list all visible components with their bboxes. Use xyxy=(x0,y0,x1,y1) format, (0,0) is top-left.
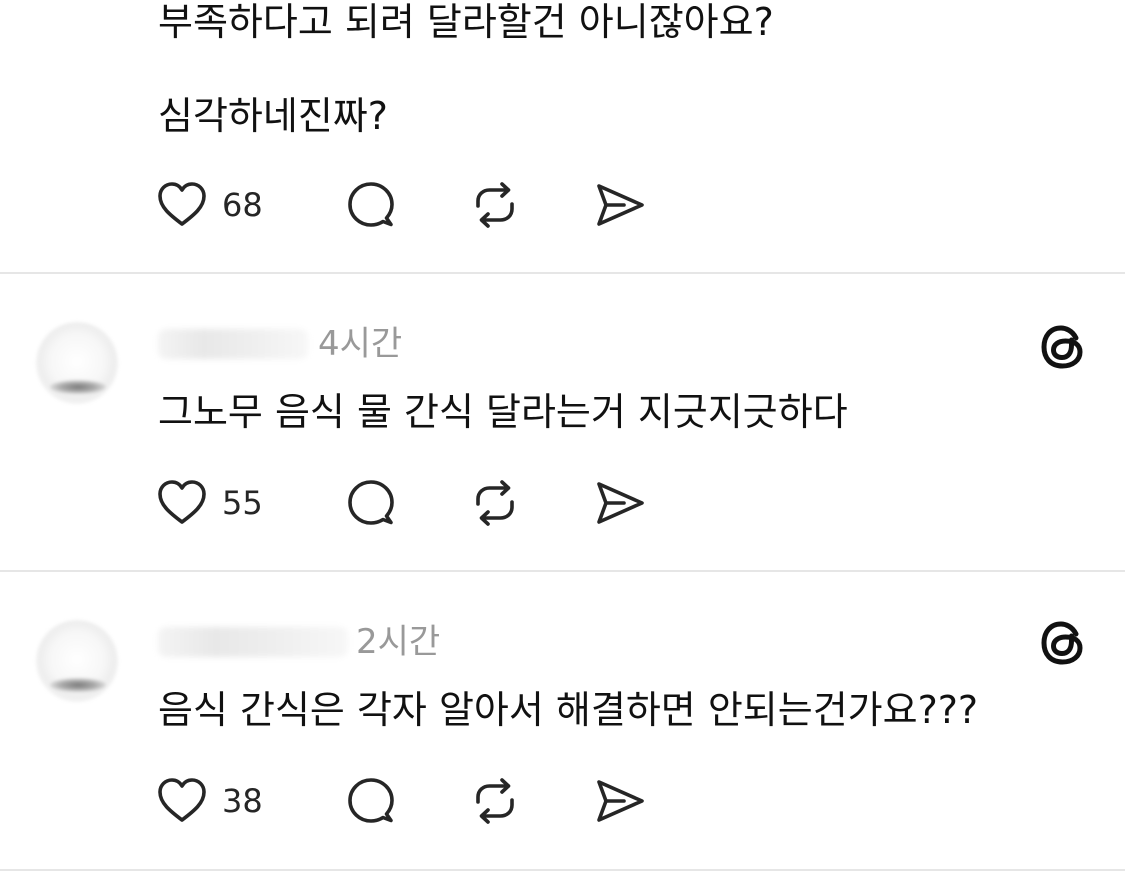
heart-icon xyxy=(158,182,206,226)
threads-logo-icon[interactable] xyxy=(1038,322,1088,372)
reply-button[interactable] xyxy=(344,180,398,230)
avatar[interactable] xyxy=(36,620,118,702)
send-icon xyxy=(597,184,644,226)
repost-button[interactable] xyxy=(468,478,522,528)
post-3-actions: 38 xyxy=(156,776,656,826)
post-1-text-line-1: 부족하다고 되려 달라할건 아니잖아요? xyxy=(158,0,774,44)
reply-button[interactable] xyxy=(344,478,398,528)
like-count: 55 xyxy=(222,484,263,522)
post-2-actions: 55 xyxy=(156,478,656,528)
heart-icon xyxy=(158,778,206,822)
send-icon xyxy=(597,780,644,822)
like-button[interactable]: 38 xyxy=(156,776,276,826)
post-2-text: 그노무 음식 물 간식 달라는거 지긋지긋하다 xyxy=(158,390,848,434)
username-redacted[interactable] xyxy=(158,329,308,359)
repost-icon xyxy=(476,778,514,824)
username-redacted[interactable] xyxy=(158,627,348,657)
post-divider xyxy=(0,869,1125,871)
comment-bubble-icon xyxy=(348,182,394,227)
repost-button[interactable] xyxy=(468,776,522,826)
send-icon xyxy=(597,482,644,524)
post-1: 부족하다고 되려 달라할건 아니잖아요? 심각하네진짜? 68 xyxy=(0,0,1125,272)
heart-icon xyxy=(158,480,206,524)
like-count: 68 xyxy=(222,186,263,224)
like-button[interactable]: 68 xyxy=(156,180,276,230)
post-time: 4시간 xyxy=(318,324,403,364)
share-button[interactable] xyxy=(594,776,648,826)
post-1-actions: 68 xyxy=(156,180,656,230)
repost-icon xyxy=(476,182,514,228)
repost-icon xyxy=(476,480,514,526)
like-button[interactable]: 55 xyxy=(156,478,276,528)
post-time: 2시간 xyxy=(356,622,441,662)
post-1-text-line-2: 심각하네진짜? xyxy=(158,94,388,138)
post-3-text: 음식 간식은 각자 알아서 해결하면 안되는건가요??? xyxy=(158,688,979,732)
reply-button[interactable] xyxy=(344,776,398,826)
like-count: 38 xyxy=(222,782,263,820)
post-3: 2시간 음식 간식은 각자 알아서 해결하면 안되는건가요??? 38 xyxy=(0,572,1125,870)
comment-bubble-icon xyxy=(348,480,394,525)
repost-button[interactable] xyxy=(468,180,522,230)
threads-logo-icon[interactable] xyxy=(1038,618,1088,668)
share-button[interactable] xyxy=(594,478,648,528)
post-2: 4시간 그노무 음식 물 간식 달라는거 지긋지긋하다 55 xyxy=(0,274,1125,570)
share-button[interactable] xyxy=(594,180,648,230)
avatar[interactable] xyxy=(36,322,118,404)
comment-bubble-icon xyxy=(348,778,394,823)
